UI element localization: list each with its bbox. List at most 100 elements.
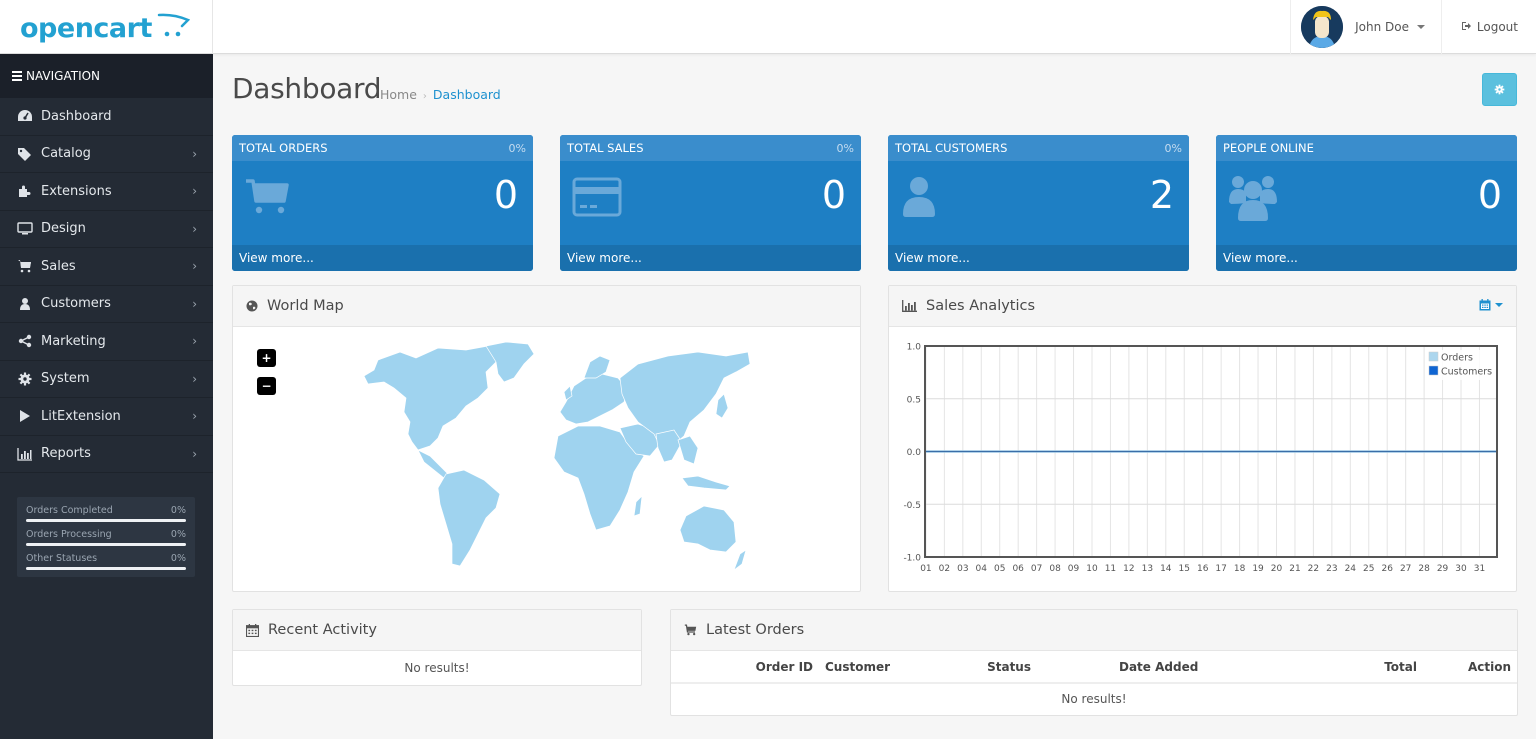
users-icon	[1228, 174, 1278, 226]
tile-percent: 0%	[836, 141, 854, 155]
header-divider	[212, 0, 213, 54]
region-australia	[679, 505, 737, 553]
world-map[interactable]	[338, 338, 758, 578]
stat-label: Orders Processing	[26, 529, 112, 540]
view-more-link[interactable]: View more...	[888, 245, 1189, 271]
sidebar-item-dashboard[interactable]: Dashboard	[0, 98, 213, 136]
panel-heading: World Map	[233, 286, 860, 327]
x-tick-label: 09	[1068, 564, 1080, 574]
column-header-total: Total	[1297, 651, 1423, 684]
view-more-link[interactable]: View more...	[232, 245, 533, 271]
view-more-link[interactable]: View more...	[1216, 245, 1517, 271]
sidebar-item-label: Sales	[41, 258, 76, 274]
bar-chart-icon	[16, 446, 34, 462]
sidebar: NAVIGATION Dashboard Catalog › Extension…	[0, 54, 213, 739]
x-tick-label: 24	[1345, 564, 1357, 574]
region-new-zealand	[733, 549, 747, 571]
user-dropdown[interactable]: John Doe	[1290, 0, 1442, 54]
x-tick-label: 31	[1474, 564, 1485, 574]
tile-people-online: PEOPLE ONLINE 0 View more...	[1216, 135, 1517, 271]
breadcrumb: Home › Dashboard	[380, 87, 501, 102]
column-header-action: Action	[1423, 651, 1517, 684]
legend-swatch-customers	[1428, 365, 1439, 376]
stat-label: Orders Completed	[26, 505, 113, 516]
x-tick-label: 18	[1234, 564, 1246, 574]
chevron-right-icon: ›	[192, 146, 197, 161]
view-more-link[interactable]: View more...	[560, 245, 861, 271]
sidebar-item-label: Extensions	[41, 183, 112, 199]
x-tick-label: 17	[1215, 564, 1226, 574]
x-tick-label: 26	[1381, 564, 1393, 574]
sidebar-item-sales[interactable]: Sales ›	[0, 248, 213, 286]
share-icon	[16, 333, 34, 349]
stat-value: 0%	[170, 553, 186, 564]
breadcrumb-dashboard-link[interactable]: Dashboard	[433, 87, 501, 102]
legend-label-customers: Customers	[1441, 367, 1492, 378]
x-tick-label: 06	[1012, 564, 1024, 574]
monitor-icon	[16, 221, 34, 237]
stat-label: Other Statuses	[26, 553, 98, 564]
column-header-date-added: Date Added	[1037, 651, 1297, 684]
x-tick-label: 05	[994, 564, 1005, 574]
sidebar-item-label: Dashboard	[41, 108, 112, 124]
sidebar-item-system[interactable]: System ›	[0, 361, 213, 398]
x-tick-label: 13	[1142, 564, 1153, 574]
x-tick-label: 28	[1418, 564, 1430, 574]
breadcrumb-home-link[interactable]: Home	[380, 87, 417, 102]
stat-value: 0%	[170, 505, 186, 516]
x-tick-label: 29	[1437, 564, 1449, 574]
settings-button[interactable]	[1482, 73, 1517, 106]
region-central-america	[417, 449, 451, 479]
date-range-dropdown[interactable]	[1479, 299, 1503, 311]
map-zoom-out-button[interactable]: −	[257, 377, 276, 395]
avatar-image	[1301, 6, 1344, 48]
chevron-right-icon: ›	[192, 221, 197, 236]
table-header-row: Order ID Customer Status Date Added Tota…	[671, 651, 1517, 684]
cart-logo-icon	[157, 13, 190, 37]
sidebar-item-design[interactable]: Design ›	[0, 211, 213, 248]
user-icon	[16, 296, 34, 312]
logout-link[interactable]: Logout	[1461, 0, 1518, 54]
sidebar-item-reports[interactable]: Reports ›	[0, 436, 213, 473]
tile-total-orders: TOTAL ORDERS 0% 0 View more...	[232, 135, 533, 271]
sidebar-item-customers[interactable]: Customers ›	[0, 286, 213, 323]
sales-analytics-panel: Sales Analytics 1.0 0.5 0.0 -0.5 -1.0 01 02 03 0…	[888, 285, 1517, 592]
opencart-logo[interactable]: opencart	[20, 10, 190, 46]
sidebar-item-extensions[interactable]: Extensions ›	[0, 173, 213, 211]
sidebar-item-marketing[interactable]: Marketing ›	[0, 323, 213, 361]
x-tick-label: 08	[1049, 564, 1061, 574]
panel-title: Latest Orders	[706, 622, 805, 638]
order-status-stats: Orders Completed 0% Orders Processing 0% O…	[17, 497, 195, 577]
latest-orders-panel: Latest Orders Order ID Customer Status D…	[670, 609, 1518, 716]
region-indonesia	[681, 475, 731, 491]
shopping-cart-icon	[684, 624, 697, 636]
x-tick-label: 27	[1400, 564, 1411, 574]
y-tick-label: -0.5	[903, 501, 921, 511]
navigation-heading-label: NAVIGATION	[26, 69, 101, 83]
panel-title: Sales Analytics	[926, 298, 1036, 314]
navigation-heading: NAVIGATION	[0, 54, 213, 98]
x-tick-label: 30	[1455, 564, 1467, 574]
map-zoom-in-button[interactable]: +	[257, 349, 276, 367]
tile-heading: PEOPLE ONLINE	[1223, 141, 1314, 155]
progress-bar	[26, 519, 186, 522]
region-north-america	[363, 345, 499, 451]
sidebar-item-label: LitExtension	[41, 408, 121, 424]
tile-heading: TOTAL ORDERS	[239, 141, 328, 155]
cart-icon	[16, 258, 34, 274]
sidebar-item-catalog[interactable]: Catalog ›	[0, 136, 213, 173]
x-tick-label: 02	[939, 564, 950, 574]
table-row: No results!	[671, 683, 1517, 714]
tile-heading: TOTAL CUSTOMERS	[895, 141, 1008, 155]
chevron-right-icon: ›	[192, 296, 197, 311]
latest-orders-table: Order ID Customer Status Date Added Tota…	[671, 651, 1517, 714]
cog-icon	[16, 371, 34, 387]
progress-bar	[26, 567, 186, 570]
chevron-right-icon: ›	[192, 259, 197, 274]
sidebar-item-label: Catalog	[41, 146, 91, 162]
tile-total-customers: TOTAL CUSTOMERS 0% 2 View more...	[888, 135, 1189, 271]
calendar-icon	[246, 623, 259, 637]
sidebar-item-label: Reports	[41, 446, 91, 462]
sidebar-item-litextension[interactable]: LitExtension ›	[0, 398, 213, 436]
bar-chart-icon	[902, 300, 917, 312]
